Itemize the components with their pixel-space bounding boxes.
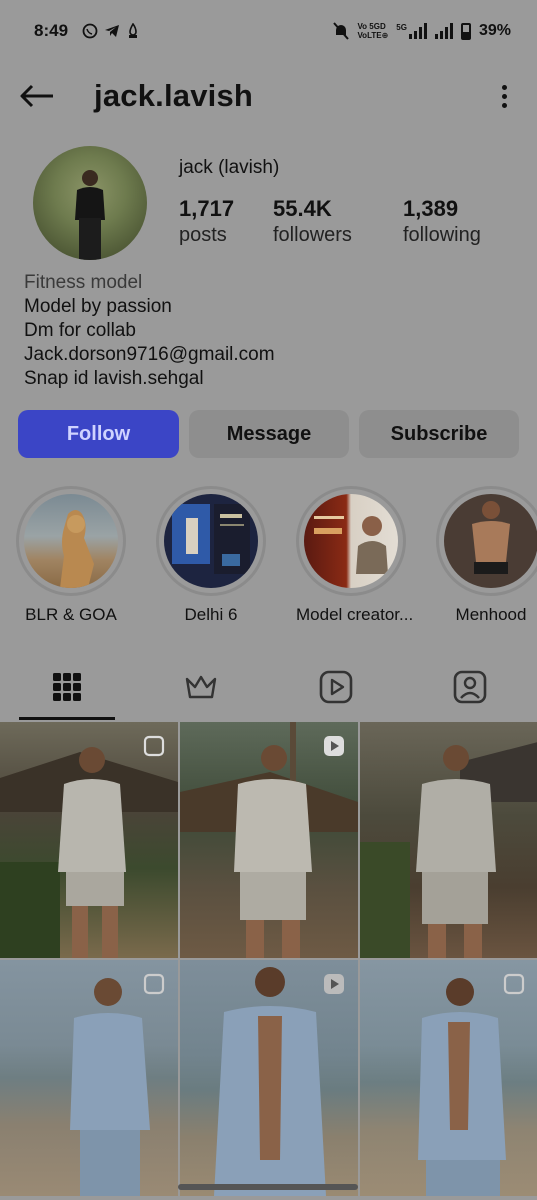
network-type: 5G [396,23,407,32]
profile-bio: Fitness model Model by passion Dm for co… [24,271,275,391]
whatsapp-icon [82,23,98,39]
home-indicator[interactable] [178,1184,358,1190]
tagged-icon [453,670,487,704]
tab-tagged[interactable] [403,654,537,720]
profile-stats: 1,717 posts 55.4K followers 1,389 follow… [179,196,481,247]
network-line2: VoLTE⊕ [357,31,389,40]
subscribe-button[interactable]: Subscribe [359,410,519,458]
telegram-icon [105,25,120,37]
reels-icon [319,670,352,704]
story-highlights: BLR & GOA Delhi 6 Model creator... Menho… [16,486,537,626]
profile-avatar[interactable] [33,146,147,260]
highlight-cover-dog [24,494,118,588]
status-time: 8:49 [34,21,69,40]
profile-header: jack.lavish [0,62,537,130]
stat-label: followers [273,224,352,246]
post-thumbnail[interactable] [360,960,537,1196]
network-line1: Vo 5GD [357,22,386,31]
stat-followers[interactable]: 55.4K followers [273,196,403,247]
stat-posts[interactable]: 1,717 posts [179,196,273,247]
tab-reels[interactable] [269,654,403,720]
tab-exclusive[interactable] [134,654,268,720]
reel-play-icon [324,736,344,756]
network-text: Vo 5GD VoLTE⊕ [357,22,388,40]
highlight-cover-fitness [444,494,537,588]
highlight-cover-magazine [304,494,398,588]
profile-username: jack.lavish [94,78,254,113]
stat-following[interactable]: 1,389 following [403,196,481,247]
bio-category: Fitness model [24,272,143,293]
highlight-cover-poster [164,494,258,588]
battery-percent: 39% [478,22,511,39]
signal-strength-1: 5G [396,23,427,39]
highlight-ring [156,486,266,596]
post-thumbnail[interactable] [0,960,178,1196]
stat-value: 1,389 [403,196,459,221]
magazine-image [314,516,388,574]
back-arrow-icon [20,84,53,108]
tab-posts-grid[interactable] [0,654,134,720]
stat-value: 1,717 [179,196,235,221]
notification-icons [82,23,140,39]
post-thumbnail[interactable] [360,722,537,958]
dog-image [60,510,94,588]
profile-tabs [0,654,537,720]
stat-label: following [403,224,481,246]
avatar-figure [75,170,105,260]
signal-bars-icon [408,23,427,39]
bio-email-link[interactable]: Jack.dorson9716@gmail.com [24,343,275,367]
signal-bars-2-icon [434,23,453,39]
highlight-ring [16,486,126,596]
post-image [360,742,537,958]
poster-image [172,504,250,574]
crown-icon [186,675,217,699]
highlight-label: Menhood [455,605,527,624]
profile-full-name: jack (lavish) [179,157,280,178]
follow-button[interactable]: Follow [18,410,179,458]
status-right: Vo 5GD VoLTE⊕ 5G 39% [333,22,511,40]
status-left: 8:49 [34,21,140,41]
bio-line: Model by passion [24,296,172,317]
fitness-image [472,501,510,574]
dot [501,84,507,90]
stat-value: 55.4K [273,196,332,221]
more-options-button[interactable] [489,77,519,115]
carousel-icon [143,973,165,995]
back-button[interactable] [18,77,56,115]
highlight-blr-goa[interactable]: BLR & GOA [16,486,126,625]
post-thumbnail[interactable] [180,722,358,958]
carousel-icon [503,973,525,995]
message-button[interactable]: Message [189,410,349,458]
highlight-menhood[interactable]: Menhood [436,486,537,625]
dot [501,102,507,108]
reel-play-icon [324,974,344,994]
bio-line: Snap id lavish.sehgal [24,368,204,389]
carousel-icon [143,735,165,757]
highlight-ring [436,486,537,596]
highlight-label: BLR & GOA [25,605,117,624]
stat-label: posts [179,224,227,246]
highlight-label: Model creator... [296,605,414,624]
highlight-model-creator[interactable]: Model creator... [296,486,414,625]
highlight-label: Delhi 6 [184,605,238,624]
dot [501,93,507,99]
profile-actions: Follow Message Subscribe [18,410,519,458]
status-bar: 8:49 Vo 5GD VoLTE⊕ 5G 39% [0,0,537,62]
highlight-ring [296,486,406,596]
grid-icon [53,673,82,701]
posts-grid [0,722,537,1200]
mute-icon [333,22,350,40]
battery-icon [460,22,471,40]
post-thumbnail[interactable] [0,722,178,958]
post-thumbnail[interactable] [180,960,358,1196]
bio-line: Dm for collab [24,320,136,341]
highlight-delhi-6[interactable]: Delhi 6 [156,486,266,625]
fire-icon [129,23,138,38]
